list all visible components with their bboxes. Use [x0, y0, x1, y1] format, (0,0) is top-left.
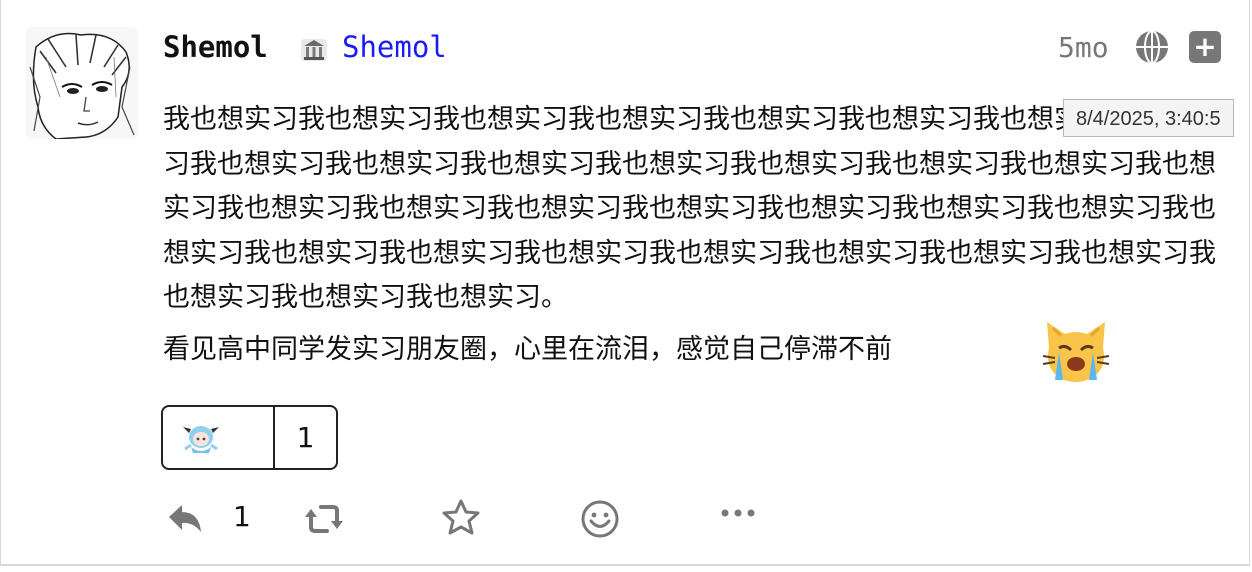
emoji-react-icon[interactable] — [580, 499, 620, 539]
timestamp-tooltip: 8/4/2025, 3:40:5 — [1063, 99, 1234, 137]
author-display-name[interactable]: Shemol — [163, 30, 268, 64]
reply-count: 1 — [233, 500, 251, 533]
plus-icon[interactable]: + — [1189, 31, 1221, 63]
crying-cat-emoji-icon — [1042, 322, 1110, 382]
reaction-emoji — [163, 407, 275, 468]
reaction-count: 1 — [296, 421, 315, 454]
anime-girl-emoji-icon — [183, 426, 219, 453]
star-icon[interactable] — [441, 498, 481, 538]
post-body-paragraph-2: 看见高中同学发实习朋友圈，心里在流泪，感觉自己停滞不前 — [163, 334, 892, 365]
instance-building-icon — [301, 39, 327, 61]
reply-icon[interactable] — [165, 500, 205, 540]
relative-time[interactable]: 5mo — [1058, 31, 1109, 64]
boost-icon[interactable] — [303, 499, 345, 539]
reaction-chip[interactable]: 1 — [161, 405, 338, 470]
globe-icon — [1136, 30, 1168, 64]
more-icon[interactable] — [719, 503, 757, 523]
post-card: Shemol Shemol 5mo + 我也想实习我也想实习我也想实习我也想实习… — [0, 0, 1250, 566]
avatar-image — [26, 27, 138, 139]
avatar[interactable] — [26, 27, 138, 139]
author-instance-link[interactable]: Shemol — [342, 30, 447, 64]
